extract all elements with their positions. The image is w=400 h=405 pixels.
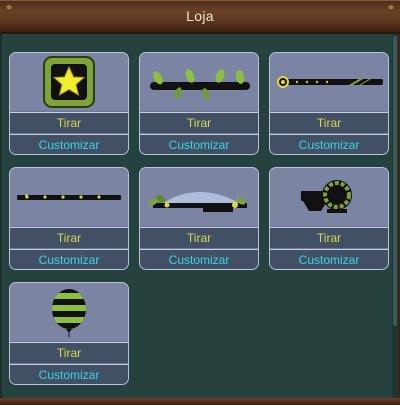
customize-button[interactable]: Customizar bbox=[140, 249, 258, 269]
item-preview bbox=[270, 168, 388, 226]
wreath-cannon-icon bbox=[301, 180, 352, 213]
striped-balloon-icon bbox=[52, 289, 86, 337]
shop-item-card: Tirar Customizar bbox=[9, 282, 129, 385]
customize-button[interactable]: Customizar bbox=[10, 364, 128, 384]
item-preview bbox=[140, 168, 258, 226]
item-preview bbox=[10, 168, 128, 226]
item-preview bbox=[10, 53, 128, 111]
customize-button[interactable]: Customizar bbox=[270, 134, 388, 154]
item-preview bbox=[270, 53, 388, 111]
use-button[interactable]: Tirar bbox=[10, 112, 128, 133]
customize-button[interactable]: Customizar bbox=[10, 249, 128, 269]
shop-item-card: Tirar Customizar bbox=[139, 52, 259, 155]
window-title: Loja bbox=[186, 8, 214, 24]
customize-button[interactable]: Customizar bbox=[270, 249, 388, 269]
heart-rod-icon bbox=[17, 194, 121, 200]
items-panel: Tirar Customizar Tirar Customizar Tirar … bbox=[0, 34, 398, 398]
shop-item-card: Tirar Customizar bbox=[269, 167, 389, 270]
leafy-branch-icon bbox=[150, 69, 250, 100]
shop-item-card: Tirar Customizar bbox=[9, 167, 129, 270]
use-button[interactable]: Tirar bbox=[270, 227, 388, 248]
shop-window: Loja Tirar Customizar Tirar Customizar T… bbox=[0, 0, 400, 405]
use-button[interactable]: Tirar bbox=[10, 342, 128, 363]
customize-button[interactable]: Customizar bbox=[10, 134, 128, 154]
window-frame-bottom bbox=[0, 398, 400, 405]
star-frame-icon bbox=[43, 56, 95, 108]
customize-button[interactable]: Customizar bbox=[140, 134, 258, 154]
item-preview bbox=[140, 53, 258, 111]
use-button[interactable]: Tirar bbox=[10, 227, 128, 248]
title-bar[interactable]: Loja bbox=[0, 0, 400, 34]
shop-item-card: Tirar Customizar bbox=[269, 52, 389, 155]
shop-item-card: Tirar Customizar bbox=[139, 167, 259, 270]
scrollbar-thumb[interactable] bbox=[393, 36, 397, 326]
use-button[interactable]: Tirar bbox=[140, 227, 258, 248]
leafy-mirror-icon bbox=[148, 192, 247, 212]
item-preview bbox=[10, 283, 128, 341]
flower-rod-icon bbox=[277, 76, 383, 88]
use-button[interactable]: Tirar bbox=[140, 112, 258, 133]
use-button[interactable]: Tirar bbox=[270, 112, 388, 133]
shop-item-card: Tirar Customizar bbox=[9, 52, 129, 155]
